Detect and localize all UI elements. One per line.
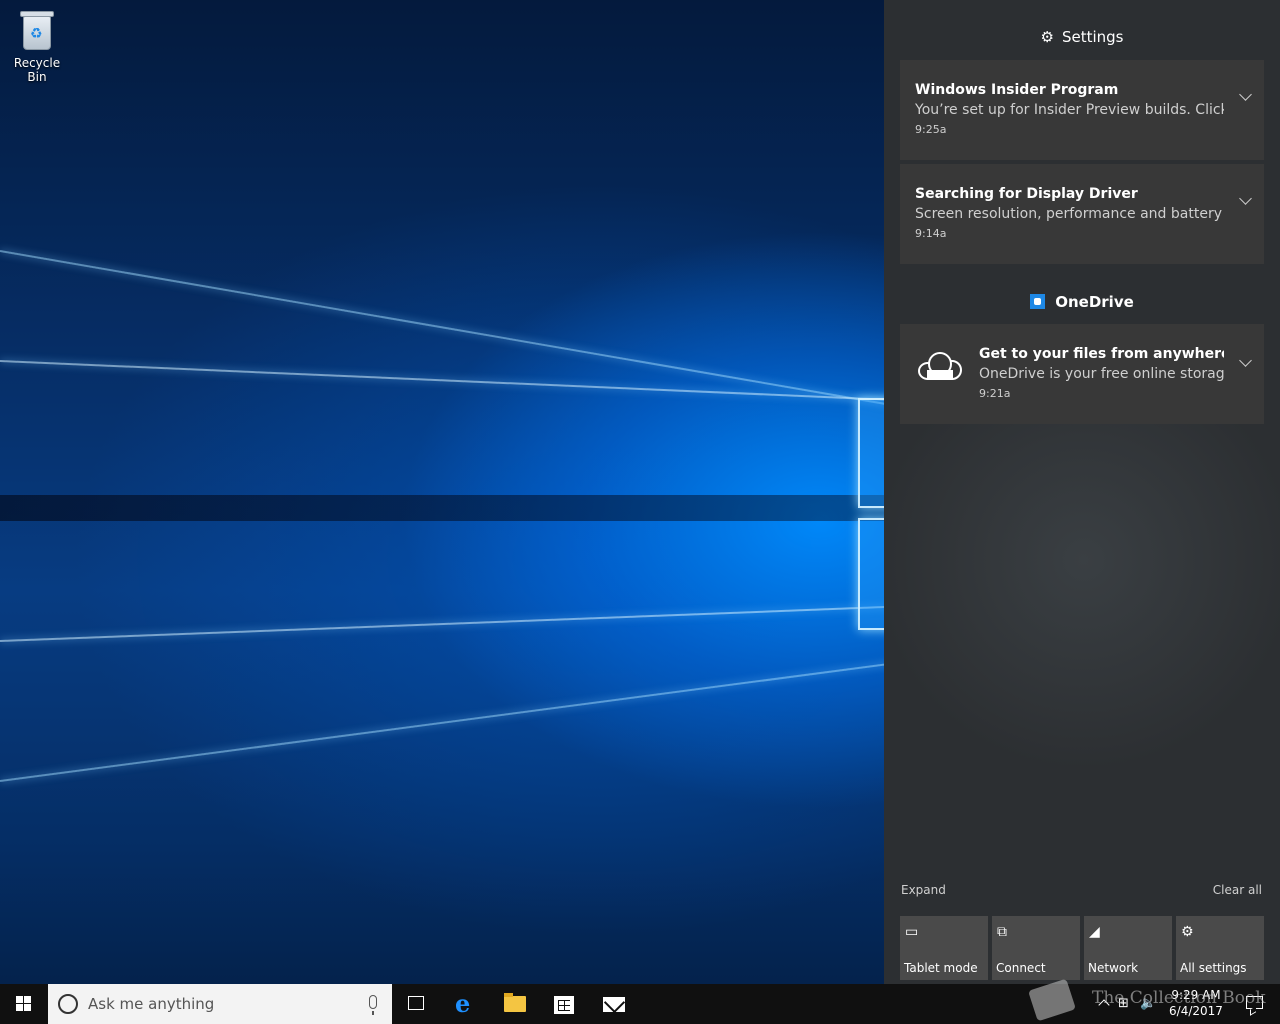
quick-action-label: Connect: [996, 961, 1046, 975]
wallpaper-light-beam: [0, 605, 884, 642]
settings-group-header[interactable]: ⚙ Settings: [884, 28, 1280, 46]
notification-time: 9:14a: [915, 227, 947, 240]
action-center-button[interactable]: [1236, 984, 1276, 1024]
notification-title: Get to your files from anywhere: [979, 346, 1224, 362]
quick-action-label: Network: [1088, 961, 1139, 975]
onedrive-group-header[interactable]: OneDrive: [884, 293, 1280, 311]
notification-body: OneDrive is your free online storage.: [979, 366, 1224, 382]
notification-title: Windows Insider Program: [915, 82, 1119, 98]
clock-date: 6/4/2017: [1169, 1004, 1223, 1018]
quick-action-label: All settings: [1180, 961, 1247, 975]
task-view-button[interactable]: [392, 984, 440, 1024]
notification-icon: [1246, 996, 1263, 1009]
show-hidden-icons-button[interactable]: [1097, 984, 1111, 1024]
volume-tray-icon[interactable]: 🔈: [1140, 984, 1160, 1024]
notification-time: 9:21a: [979, 387, 1011, 400]
settings-group-title: Settings: [1061, 28, 1124, 46]
wallpaper-window-pane: [858, 518, 884, 630]
quick-action-connect[interactable]: ⧉ Connect: [992, 916, 1080, 980]
notification-body: Screen resolution, performance and batte…: [915, 206, 1224, 222]
file-explorer-icon: [504, 993, 526, 1012]
notification-display-driver[interactable]: Searching for Display Driver Screen reso…: [900, 164, 1264, 264]
network-icon: ◢: [1089, 924, 1100, 940]
cortana-icon: [58, 994, 78, 1014]
recycle-bin-icon: ♻: [17, 8, 57, 52]
clock-time: 9:29 AM: [1171, 988, 1221, 1002]
notification-body: You’re set up for Insider Preview builds…: [915, 102, 1224, 118]
wallpaper-window-pane: [858, 398, 884, 508]
mail-icon: [603, 997, 625, 1012]
tablet-mode-icon: ▭: [905, 924, 919, 940]
recycle-bin-label: Recycle Bin: [13, 56, 61, 84]
file-explorer-button[interactable]: [491, 984, 539, 1024]
gear-icon: ⚙: [1181, 924, 1194, 940]
quick-action-all-settings[interactable]: ⚙ All settings: [1176, 916, 1264, 980]
recycle-bin-shortcut[interactable]: ♻ Recycle Bin: [4, 6, 70, 84]
taskbar-clock[interactable]: 9:29 AM 6/4/2017: [1166, 987, 1226, 1019]
task-view-icon: [408, 996, 424, 1010]
onedrive-icon: [1030, 294, 1046, 309]
chevron-down-icon[interactable]: [1239, 192, 1252, 205]
cloud-icon: [918, 352, 962, 380]
microphone-icon[interactable]: [369, 995, 377, 1015]
taskbar: Ask me anything e ⊞ 🔈 9:29 AM 6/4/2017: [0, 984, 1280, 1024]
wallpaper-dark-band: [0, 495, 884, 521]
search-placeholder: Ask me anything: [88, 995, 215, 1013]
expand-link[interactable]: Expand: [901, 883, 946, 897]
onedrive-group-title: OneDrive: [1055, 293, 1134, 311]
gear-icon: ⚙: [1040, 28, 1054, 46]
edge-icon: e: [455, 989, 471, 1018]
notification-time: 9:25a: [915, 123, 947, 136]
action-center-panel: ⚙ Settings Windows Insider Program You’re…: [884, 0, 1280, 984]
desktop-wallpaper: ♻ Recycle Bin: [0, 0, 884, 984]
mail-button[interactable]: [590, 984, 638, 1024]
notification-windows-insider[interactable]: Windows Insider Program You’re set up fo…: [900, 60, 1264, 160]
store-button[interactable]: [540, 984, 588, 1024]
quick-action-network[interactable]: ◢ Network: [1084, 916, 1172, 980]
cortana-search-box[interactable]: Ask me anything: [48, 984, 392, 1024]
clear-all-link[interactable]: Clear all: [1213, 883, 1262, 897]
chevron-down-icon[interactable]: [1239, 88, 1252, 101]
notification-onedrive[interactable]: Get to your files from anywhere OneDrive…: [900, 324, 1264, 424]
edge-button[interactable]: e: [443, 984, 491, 1024]
connect-icon: ⧉: [997, 924, 1007, 940]
quick-action-tablet-mode[interactable]: ▭ Tablet mode: [900, 916, 988, 980]
network-tray-icon[interactable]: ⊞: [1118, 984, 1134, 1024]
chevron-down-icon[interactable]: [1239, 354, 1252, 367]
wallpaper-light-beam: [0, 662, 884, 782]
wallpaper-light-beam: [0, 250, 884, 406]
start-button[interactable]: [0, 984, 48, 1024]
notification-title: Searching for Display Driver: [915, 186, 1138, 202]
store-icon: [554, 996, 574, 1014]
quick-action-label: Tablet mode: [904, 961, 978, 975]
